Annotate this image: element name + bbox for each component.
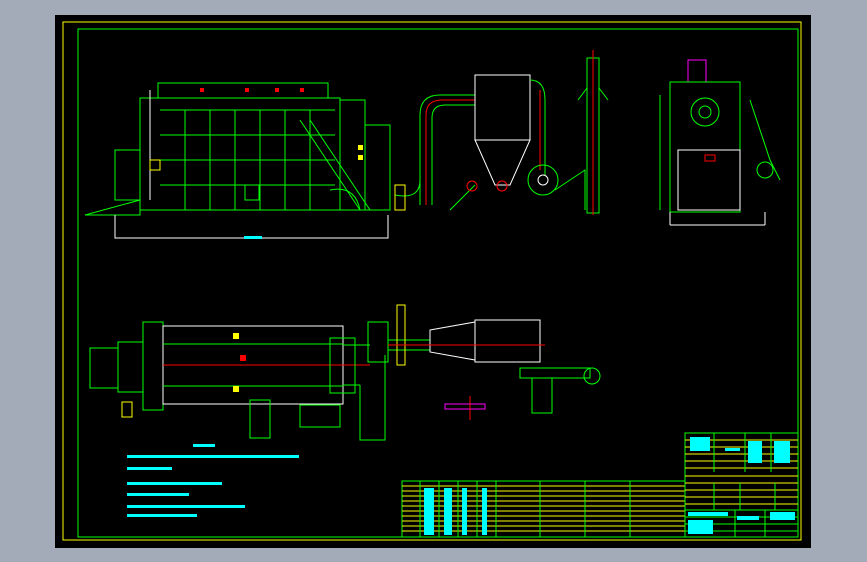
dimension-label: [244, 236, 262, 239]
cad-drawing-canvas[interactable]: [0, 0, 867, 562]
